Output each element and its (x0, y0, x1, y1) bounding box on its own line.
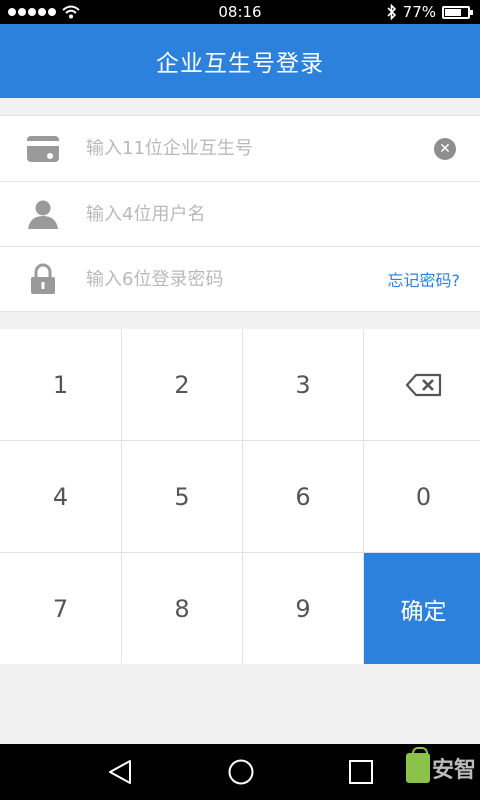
company-id-input[interactable] (86, 116, 434, 181)
key-9[interactable]: 9 (243, 553, 363, 664)
forgot-password-link[interactable]: 忘记密码? (388, 267, 461, 291)
password-input[interactable] (86, 247, 388, 311)
key-5[interactable]: 5 (122, 441, 242, 552)
shopping-bag-icon (405, 747, 430, 783)
back-icon[interactable] (106, 759, 134, 785)
wifi-icon (62, 5, 80, 19)
key-3[interactable]: 3 (243, 329, 363, 440)
key-8[interactable]: 8 (122, 553, 242, 664)
key-1[interactable]: 1 (0, 329, 121, 440)
login-form: ✕ 忘记密码? (0, 115, 480, 312)
bluetooth-icon (387, 4, 396, 20)
status-bar: 08:16 77% (0, 0, 480, 24)
card-icon (27, 135, 59, 162)
key-4[interactable]: 4 (0, 441, 121, 552)
company-id-row: ✕ (0, 116, 480, 181)
lock-icon (31, 263, 55, 294)
clear-icon[interactable]: ✕ (434, 137, 456, 160)
watermark: 安智 (405, 747, 476, 784)
username-input[interactable] (86, 182, 480, 246)
signal-dots-icon (8, 8, 56, 16)
key-6[interactable]: 6 (243, 441, 363, 552)
key-7[interactable]: 7 (0, 553, 121, 664)
battery-fill (445, 8, 462, 16)
numeric-keypad: 1 2 3 4 5 6 0 7 8 9 确定 (0, 329, 480, 664)
confirm-button[interactable]: 确定 (364, 553, 480, 664)
battery-percent: 77% (402, 3, 436, 21)
username-row (0, 181, 480, 246)
watermark-text: 安智 (431, 758, 476, 783)
home-icon[interactable] (227, 758, 255, 786)
backspace-key[interactable] (364, 329, 480, 440)
battery-icon (442, 5, 473, 19)
recents-icon[interactable] (348, 759, 374, 785)
key-2[interactable]: 2 (122, 329, 242, 440)
password-row: 忘记密码? (0, 246, 480, 311)
page-title: 企业互生号登录 (156, 51, 324, 77)
app-header: 企业互生号登录 (0, 24, 480, 98)
backspace-icon (405, 373, 441, 396)
key-0[interactable]: 0 (364, 441, 480, 552)
user-icon (28, 200, 58, 229)
